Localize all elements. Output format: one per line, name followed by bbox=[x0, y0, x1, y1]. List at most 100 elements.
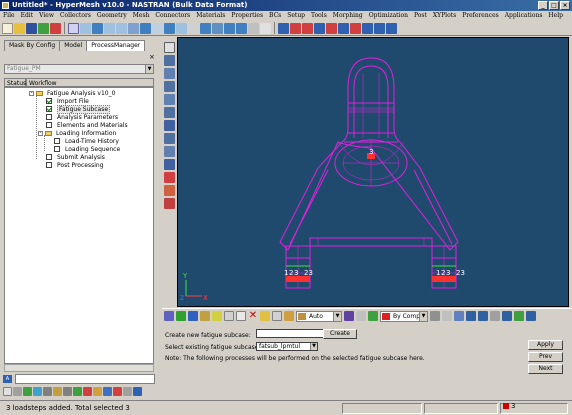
stop-icon[interactable] bbox=[83, 387, 92, 396]
pan-icon[interactable] bbox=[80, 22, 91, 34]
existing-subcase-select[interactable]: fatsub_lpmtul ▼ bbox=[256, 342, 318, 351]
zoom-out-icon[interactable] bbox=[116, 22, 127, 34]
rotate-center-icon[interactable] bbox=[164, 22, 175, 34]
new-icon[interactable] bbox=[3, 387, 12, 396]
menu-help[interactable]: Help bbox=[548, 11, 563, 21]
shading-icon[interactable] bbox=[164, 311, 174, 321]
menu-morphing[interactable]: Morphing bbox=[333, 11, 363, 21]
shaded-elements-icon[interactable] bbox=[176, 311, 186, 321]
menu-edit[interactable]: Edit bbox=[21, 11, 34, 21]
chevron-down-icon[interactable]: ▼ bbox=[310, 343, 317, 350]
menu-file[interactable]: File bbox=[3, 11, 15, 21]
mesh-display-icon[interactable] bbox=[442, 311, 452, 321]
color-icon[interactable] bbox=[368, 311, 378, 321]
page-layout-icon[interactable] bbox=[290, 22, 301, 34]
checkbox-checked-icon[interactable] bbox=[46, 106, 52, 112]
tree-horizontal-scrollbar[interactable] bbox=[4, 364, 154, 372]
center-icon[interactable] bbox=[140, 22, 151, 34]
wireframe-elements-icon[interactable] bbox=[188, 311, 198, 321]
close-icon[interactable]: ✕ bbox=[248, 311, 258, 321]
checkbox-icon[interactable] bbox=[46, 122, 52, 128]
abc-red-icon[interactable] bbox=[163, 172, 175, 183]
checkbox-icon[interactable] bbox=[46, 154, 52, 160]
prev-button[interactable]: Prev bbox=[528, 352, 563, 362]
tree-item-root[interactable]: - Fatigue Analysis v10_0 bbox=[29, 89, 115, 97]
copy-icon[interactable] bbox=[123, 387, 132, 396]
print-icon[interactable] bbox=[63, 387, 72, 396]
graphics-viewport[interactable]: 3 1 2 3 23 1 2 3 23 Y X Z bbox=[177, 37, 569, 307]
split-layout-icon[interactable] bbox=[302, 22, 313, 34]
elements-icon[interactable] bbox=[163, 94, 175, 105]
menu-materials[interactable]: Materials bbox=[196, 11, 225, 21]
folder-icon[interactable] bbox=[260, 311, 270, 321]
tree-item-elements-and-materials[interactable]: Elements and Materials bbox=[46, 121, 128, 129]
wireframe-icon[interactable] bbox=[163, 120, 175, 131]
box-icon[interactable] bbox=[466, 311, 476, 321]
collapse-icon[interactable]: - bbox=[29, 90, 34, 96]
element-display-icon[interactable] bbox=[430, 311, 440, 321]
triple-layout-icon[interactable] bbox=[326, 22, 337, 34]
tab-process-manager[interactable]: ProcessManager bbox=[86, 40, 146, 51]
collapse-icon[interactable]: - bbox=[38, 130, 43, 136]
checkbox-icon[interactable] bbox=[54, 138, 60, 144]
layout-icon[interactable] bbox=[338, 22, 349, 34]
view-front-icon[interactable] bbox=[200, 22, 211, 34]
menu-optimization[interactable]: Optimization bbox=[369, 11, 408, 21]
create-subcase-input[interactable] bbox=[256, 329, 326, 338]
export-icon[interactable] bbox=[50, 22, 61, 34]
column-workflow[interactable]: Workflow bbox=[26, 78, 154, 87]
view-icon[interactable] bbox=[188, 22, 199, 34]
layout-grid-icon[interactable] bbox=[362, 22, 373, 34]
transparency-icon[interactable] bbox=[224, 311, 234, 321]
abc-dark-icon[interactable] bbox=[163, 198, 175, 209]
tree-item-post-processing[interactable]: Post Processing bbox=[46, 161, 104, 169]
tree-item-fatigue-subcase[interactable]: Fatigue Subcase bbox=[46, 104, 111, 114]
delete-icon[interactable] bbox=[113, 387, 122, 396]
menu-applications[interactable]: Applications bbox=[505, 11, 543, 21]
tree-item-loading-information[interactable]: - Loading Information bbox=[38, 129, 116, 137]
checkbox-checked-icon[interactable] bbox=[46, 98, 52, 104]
geometry-icon[interactable] bbox=[284, 311, 294, 321]
checkbox-icon[interactable] bbox=[46, 162, 52, 168]
save-icon[interactable] bbox=[13, 387, 22, 396]
column-status[interactable]: Status bbox=[4, 78, 26, 87]
contour-icon[interactable] bbox=[163, 146, 175, 157]
shading-style-icon[interactable] bbox=[344, 311, 354, 321]
menu-bcs[interactable]: BCs bbox=[269, 11, 281, 21]
menu-tools[interactable]: Tools bbox=[311, 11, 327, 21]
open-folder-icon[interactable] bbox=[14, 22, 25, 34]
menu-view[interactable]: View bbox=[39, 11, 54, 21]
menu-geometry[interactable]: Geometry bbox=[97, 11, 127, 21]
tree-item-analysis-parameters[interactable]: Analysis Parameters bbox=[46, 113, 118, 121]
color-mode-select[interactable]: By Comp ▼ bbox=[380, 310, 428, 322]
menu-collectors[interactable]: Collectors bbox=[60, 11, 91, 21]
view-iso-icon[interactable] bbox=[236, 22, 247, 34]
view-bottom-icon[interactable] bbox=[260, 22, 271, 34]
display-options-icon[interactable] bbox=[526, 311, 536, 321]
spin-icon[interactable] bbox=[176, 22, 187, 34]
layout-stack-icon[interactable] bbox=[374, 22, 385, 34]
apply-button[interactable]: Apply bbox=[528, 340, 563, 350]
next-button[interactable]: Next bbox=[528, 364, 563, 374]
tree-item-loading-sequence[interactable]: Loading Sequence bbox=[54, 145, 120, 153]
copy-icon[interactable] bbox=[272, 311, 282, 321]
folder-open-icon[interactable] bbox=[53, 387, 62, 396]
quad-layout-icon[interactable] bbox=[314, 22, 325, 34]
window-layout-icon[interactable] bbox=[278, 22, 289, 34]
chevron-down-icon[interactable]: ▼ bbox=[419, 311, 427, 321]
menu-mesh[interactable]: Mesh bbox=[133, 11, 150, 21]
refresh-icon[interactable] bbox=[33, 387, 42, 396]
cube-icon[interactable] bbox=[163, 81, 175, 92]
help-icon[interactable] bbox=[133, 387, 142, 396]
chevron-down-icon[interactable]: ▼ bbox=[333, 311, 341, 321]
menu-properties[interactable]: Properties bbox=[231, 11, 263, 21]
mesh-lines-icon[interactable] bbox=[236, 311, 246, 321]
view-top-icon[interactable] bbox=[224, 22, 235, 34]
display-mask-icon[interactable] bbox=[502, 311, 512, 321]
tab-mask-by-config[interactable]: Mask By Config bbox=[4, 40, 61, 51]
checkbox-icon[interactable] bbox=[54, 146, 60, 152]
minimize-button[interactable]: _ bbox=[538, 1, 548, 10]
mesh-icon[interactable] bbox=[163, 133, 175, 144]
zoom-in-icon[interactable] bbox=[104, 22, 115, 34]
settings-icon[interactable] bbox=[43, 387, 52, 396]
